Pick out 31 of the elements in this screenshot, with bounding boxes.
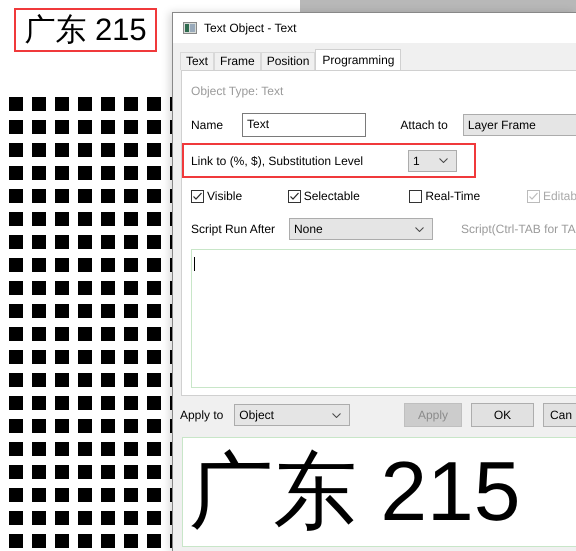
caret-icon [439, 158, 448, 163]
script-run-after-label: Script Run After [191, 222, 276, 236]
checkbox-label[interactable]: Real-Time [425, 189, 480, 203]
caret-icon [332, 412, 341, 418]
apply-to-dropdown[interactable]: Object [234, 404, 350, 426]
window-icon [183, 22, 197, 34]
checkbox-label[interactable]: Visible [207, 189, 242, 203]
name-field[interactable]: Text [242, 113, 366, 137]
script-hint: Script(Ctrl-TAB for TA [461, 222, 576, 236]
canvas-label: 广东 215 [14, 8, 157, 52]
apply-to-label: Apply to [180, 408, 224, 422]
caret-icon [415, 226, 424, 232]
object-type-label: Object Type: Text [191, 84, 284, 100]
tab[interactable]: Programming [315, 49, 402, 70]
name-label: Name [191, 118, 224, 132]
link-label: Link to (%, $), Substitution Level [191, 154, 364, 168]
checkbox[interactable] [288, 190, 301, 202]
attach-label: Attach to [400, 118, 449, 132]
dialog-button[interactable]: Can [543, 403, 576, 427]
dialog-button[interactable]: OK [471, 403, 534, 427]
tab[interactable]: Text [180, 52, 214, 70]
checkbox-label[interactable]: Selectable [304, 189, 360, 203]
text-preview: 广东 215 [182, 437, 576, 547]
checkbox[interactable] [409, 190, 422, 202]
tab[interactable]: Frame [214, 52, 261, 70]
window-title: Text Object - Text [204, 21, 296, 35]
script-run-after-dropdown[interactable]: None [289, 218, 433, 240]
checkbox[interactable] [191, 190, 204, 202]
tab[interactable]: Position [260, 52, 316, 70]
attach-dropdown[interactable]: Layer Frame [462, 114, 576, 136]
level-dropdown[interactable]: 1 [408, 150, 457, 172]
